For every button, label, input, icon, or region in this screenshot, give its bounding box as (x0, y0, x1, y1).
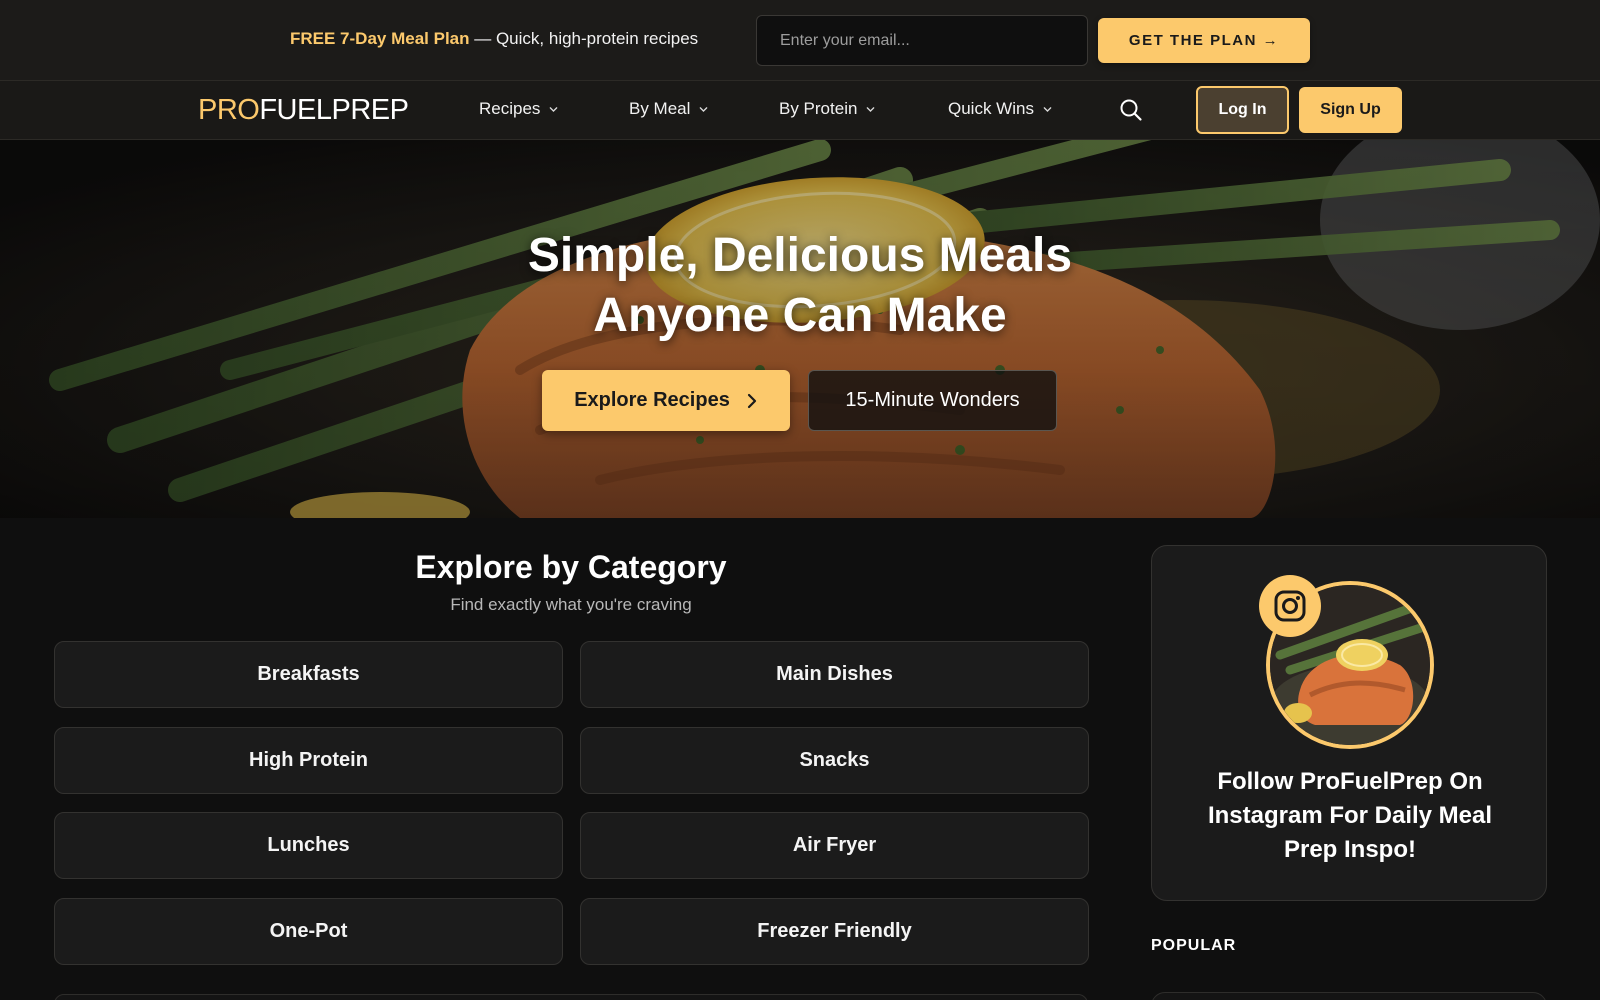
logo-text: FUELPREP (259, 94, 409, 126)
popular-card-partial (1151, 992, 1547, 1000)
category-section-subtitle: Find exactly what you're craving (450, 595, 692, 614)
chevron-down-icon (700, 106, 708, 112)
signup-button[interactable]: Sign Up (1299, 87, 1402, 133)
promo-message: FREE 7-Day Meal Plan — Quick, high-prote… (290, 29, 698, 49)
chevron-down-icon (1043, 106, 1052, 112)
promo-highlight: FREE 7-Day Meal Plan (290, 29, 470, 48)
popular-heading: POPULAR (1151, 937, 1237, 954)
category-air-fryer[interactable]: Air Fryer (580, 812, 1089, 879)
nav-item-label: Quick Wins (948, 99, 1034, 118)
nav-item-quick-wins[interactable]: Quick Wins (948, 99, 1052, 119)
nav-item-by-protein[interactable]: By Protein (779, 99, 875, 119)
chevron-down-icon (550, 106, 558, 112)
email-input[interactable] (756, 15, 1088, 66)
site-logo[interactable]: PROFUELPREP (198, 94, 409, 127)
instagram-follow-text: Follow ProFuelPrep On Instagram For Dail… (1207, 768, 1493, 863)
promo-bar: FREE 7-Day Meal Plan — Quick, high-prote… (0, 0, 1600, 81)
content-card-partial (54, 994, 1088, 1000)
chevron-right-icon (747, 393, 756, 408)
main-nav: PROFUELPREP Recipes By Meal By Protein Q… (0, 81, 1600, 140)
search-icon (1120, 99, 1142, 121)
nav-item-by-meal[interactable]: By Meal (629, 99, 708, 119)
instagram-icon (1274, 590, 1306, 622)
hero-title-line-1: Simple, Delicious Meals (527, 229, 1073, 282)
hero-title: Simple, Delicious Meals Anyone Can Make (0, 226, 1600, 346)
chevron-down-icon (867, 106, 875, 112)
category-freezer-friendly[interactable]: Freezer Friendly (580, 898, 1089, 965)
category-high-protein[interactable]: High Protein (54, 727, 563, 794)
promo-description: — Quick, high-protein recipes (469, 29, 699, 48)
nav-item-recipes[interactable]: Recipes (479, 99, 558, 119)
fifteen-minute-wonders-button[interactable]: 15-Minute Wonders (808, 370, 1057, 431)
login-button[interactable]: Log In (1196, 86, 1289, 134)
category-section-title: Explore by Category (415, 549, 727, 585)
nav-item-label: By Meal (629, 99, 691, 118)
explore-recipes-label: Explore Recipes (574, 389, 730, 411)
explore-recipes-button[interactable]: Explore Recipes (542, 370, 790, 431)
logo-accent: PRO (198, 94, 260, 126)
category-snacks[interactable]: Snacks (580, 727, 1089, 794)
instagram-badge[interactable] (1259, 575, 1321, 637)
hero-title-line-2: Anyone Can Make (593, 289, 1007, 342)
category-one-pot[interactable]: One-Pot (54, 898, 563, 965)
search-button[interactable] (1118, 97, 1144, 123)
category-breakfasts[interactable]: Breakfasts (54, 641, 563, 708)
get-the-plan-button[interactable]: GET THE PLAN → (1098, 18, 1310, 63)
hero-banner: Simple, Delicious Meals Anyone Can Make … (0, 140, 1600, 518)
nav-item-label: By Protein (779, 99, 858, 118)
instagram-card[interactable]: Follow ProFuelPrep On Instagram For Dail… (1151, 545, 1547, 901)
category-main-dishes[interactable]: Main Dishes (580, 641, 1089, 708)
nav-item-label: Recipes (479, 99, 541, 118)
category-lunches[interactable]: Lunches (54, 812, 563, 879)
